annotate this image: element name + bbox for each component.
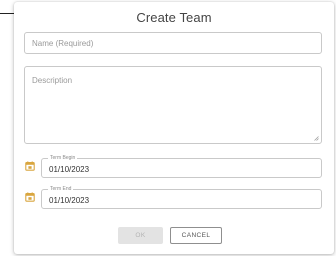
ok-button[interactable]: OK <box>118 227 163 244</box>
description-field <box>24 66 322 144</box>
resize-grip-icon[interactable] <box>314 136 319 141</box>
create-team-dialog: Create Team Term Begin 01/10/2023 <box>14 2 334 254</box>
cancel-button[interactable]: CANCEL <box>170 227 222 244</box>
screen: Create Team Term Begin 01/10/2023 <box>0 0 336 256</box>
name-field <box>24 32 322 54</box>
dialog-title: Create Team <box>136 10 212 25</box>
description-textarea[interactable] <box>25 67 321 143</box>
term-end-field[interactable]: Term End 01/10/2023 <box>41 186 322 209</box>
term-begin-value: 01/10/2023 <box>49 165 90 174</box>
name-input[interactable] <box>25 33 321 54</box>
term-end-value: 01/10/2023 <box>49 196 90 205</box>
term-end-label: Term End <box>48 186 74 192</box>
term-begin-label: Term Begin <box>48 155 78 161</box>
term-begin-field[interactable]: Term Begin 01/10/2023 <box>41 155 322 178</box>
calendar-icon[interactable] <box>25 192 35 202</box>
calendar-icon[interactable] <box>25 161 35 171</box>
